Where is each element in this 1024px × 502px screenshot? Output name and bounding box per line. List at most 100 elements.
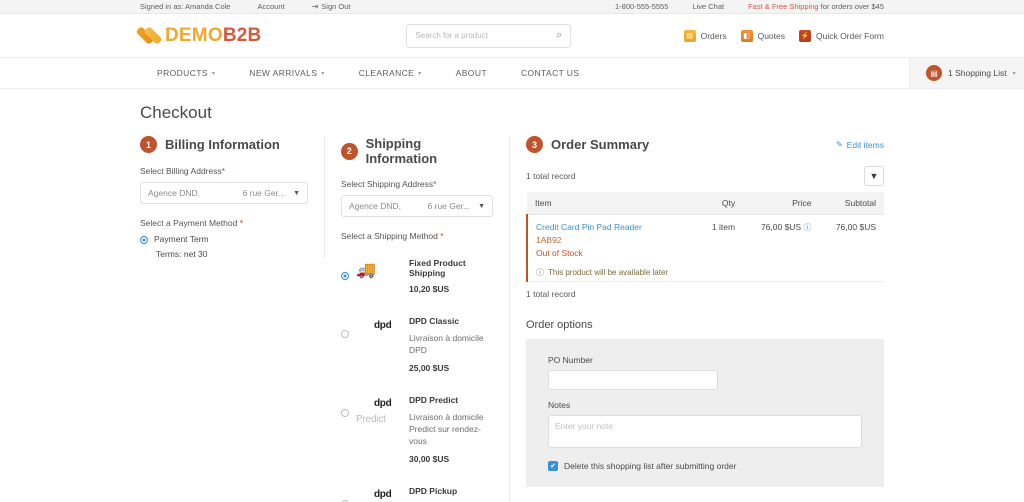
item-stock-status: Out of Stock xyxy=(536,248,583,258)
orders-icon: ▤ xyxy=(683,29,696,42)
shipping-address-name: Agence DND, xyxy=(349,201,401,211)
nav-item-products[interactable]: PRODUCTS ▾ xyxy=(140,58,232,88)
shipping-address-label: Select Shipping Address* xyxy=(341,179,493,189)
item-name-link[interactable]: Credit Card Pin Pad Reader xyxy=(536,222,690,232)
sign-out-link[interactable]: ⇥ Sign Out xyxy=(312,2,351,11)
order-summary-section: 3 Order Summary ✎ Edit items 1 total rec… xyxy=(510,136,884,502)
quick-order-form-link[interactable]: ⚡ Quick Order Form xyxy=(798,29,884,42)
table-header-row: Item Qty Price Subtotal xyxy=(527,192,884,215)
masthead: DEMOB2B ⌕ ▤ Orders ◧ Quotes ⚡ Quick Orde… xyxy=(0,14,1024,57)
item-cell: Credit Card Pin Pad Reader 1AB92 Out of … xyxy=(525,214,699,282)
checkout-columns: 1 Billing Information Select Billing Add… xyxy=(140,136,884,502)
shipping-method-name: DPD Pickup xyxy=(409,485,458,496)
po-number-input[interactable] xyxy=(548,370,718,390)
order-summary-title: Order Summary xyxy=(551,137,650,152)
shipping-method-radio[interactable] xyxy=(341,408,349,417)
shipping-method-dpd-predict[interactable]: dpd Predict DPD Predict Livraison à domi… xyxy=(341,384,493,475)
checkout-page: Signed in as: Amanda Cole Account ⇥ Sign… xyxy=(0,0,1024,502)
step-badge-2: 2 xyxy=(341,142,358,160)
notes-textarea[interactable] xyxy=(548,415,862,448)
orders-link[interactable]: ▤ Orders xyxy=(683,29,727,42)
account-link[interactable]: Account xyxy=(257,2,284,11)
shipping-address-select[interactable]: Agence DND, 6 rue Ger... ▼ xyxy=(341,195,493,217)
logo-text-secondary: B2B xyxy=(222,24,262,46)
shipping-information-section: 2 Shipping Information Select Shipping A… xyxy=(325,136,510,502)
shipping-method-dpd-pickup[interactable]: dpd Pickup DPD Pickup Livraison en relai… xyxy=(341,475,493,502)
payment-term-label: Payment Term xyxy=(154,234,209,244)
billing-address-select[interactable]: Agence DND, 6 rue Ger... ▼ xyxy=(140,182,308,204)
billing-address-label: Select Billing Address* xyxy=(140,166,308,176)
shipping-method-fixed-product[interactable]: 🚚 Fixed Product Shipping 10,20 $US xyxy=(341,247,493,305)
nav-item-new-arrivals[interactable]: NEW ARRIVALS ▾ xyxy=(232,58,341,88)
sign-out-icon: ⇥ xyxy=(311,1,319,11)
nav-item-contact-us[interactable]: CONTACT US xyxy=(504,58,596,88)
order-items-table: Item Qty Price Subtotal Credit Card Pin … xyxy=(525,192,884,282)
site-logo[interactable]: DEMOB2B xyxy=(135,25,261,47)
billing-address-name: Agence DND, xyxy=(148,188,200,198)
nav-list: PRODUCTS ▾ NEW ARRIVALS ▾ CLEARANCE ▾ AB… xyxy=(140,58,596,88)
required-marker: * xyxy=(239,218,244,228)
truck-icon: 🚚 xyxy=(356,262,376,279)
logo-text-primary: DEMO xyxy=(165,24,223,46)
nav-item-clearance[interactable]: CLEARANCE ▾ xyxy=(342,58,439,88)
dpd-cube-icon xyxy=(356,488,371,502)
required-marker: * xyxy=(433,179,437,189)
carrier-logo-dpd-pickup: dpd Pickup xyxy=(356,486,402,502)
main-content: Checkout 1 Billing Information Select Bi… xyxy=(0,103,1024,502)
payment-term-option[interactable]: Payment Term xyxy=(140,234,308,244)
shipping-address-right: 6 rue Ger... ▼ xyxy=(428,201,485,211)
chevron-down-icon: ▾ xyxy=(1012,70,1016,77)
search-box[interactable]: ⌕ xyxy=(406,23,572,48)
phone-number[interactable]: 1-800-555-5555 xyxy=(615,2,668,11)
nav-item-new-arrivals-label: NEW ARRIVALS xyxy=(249,68,318,78)
pencil-icon: ✎ xyxy=(835,140,843,149)
quotes-label: Quotes xyxy=(757,30,785,41)
shipping-method-price: 30,00 $US xyxy=(409,453,450,464)
chevron-down-icon: ▼ xyxy=(478,202,485,210)
live-chat-link[interactable]: Live Chat xyxy=(692,2,724,11)
nav-item-clearance-label: CLEARANCE xyxy=(358,68,415,78)
shopping-list-icon: ▤ xyxy=(926,65,942,81)
shipping-method-info: Fixed Product Shipping 10,20 $US xyxy=(409,258,493,294)
shipping-promo-highlight: Fast & Free Shipping xyxy=(748,2,819,11)
delete-list-checkbox[interactable]: ✔ xyxy=(548,461,558,471)
dpd-logo: dpd xyxy=(356,397,402,411)
edit-items-label: Edit items xyxy=(846,139,884,150)
search-icon[interactable]: ⌕ xyxy=(556,29,562,42)
shipping-method-dpd-classic[interactable]: dpd DPD Classic Livraison à domicile DPD… xyxy=(341,305,493,384)
nav-item-about-label: ABOUT xyxy=(455,68,487,78)
shopping-list-label: 1 Shopping List xyxy=(948,68,1007,78)
nav-item-about[interactable]: ABOUT xyxy=(439,58,504,88)
shipping-method-label-text: Select a Shipping Method xyxy=(341,231,438,241)
quotes-link[interactable]: ◧ Quotes xyxy=(740,29,785,42)
page-title: Checkout xyxy=(140,103,212,122)
shipping-method-label: Select a Shipping Method * xyxy=(341,231,493,241)
shipping-address-label-text: Select Shipping Address xyxy=(341,179,434,189)
billing-section-title: Billing Information xyxy=(165,137,280,152)
shipping-promo: Fast & Free Shipping for orders over $45 xyxy=(748,2,884,11)
payment-terms-note: Terms: net 30 xyxy=(156,249,208,259)
shipping-section-title: Shipping Information xyxy=(365,136,438,166)
price-info-icon[interactable]: ⓘ xyxy=(803,223,811,232)
step-badge-3: 3 xyxy=(526,136,543,153)
delete-list-row[interactable]: ✔ Delete this shopping list after submit… xyxy=(548,461,862,471)
logo-mark-icon xyxy=(135,25,163,46)
order-items-thead: Item Qty Price Subtotal xyxy=(527,192,884,215)
col-item: Item xyxy=(527,192,699,215)
item-availability-note: ⓘ This product will be available later xyxy=(536,267,690,278)
search-input[interactable] xyxy=(415,31,557,40)
shipping-method-radio[interactable] xyxy=(341,272,349,280)
shipping-method-desc: Livraison à domicile Predict sur rendez-… xyxy=(409,411,484,447)
carrier-logo-dpd-predict: dpd Predict xyxy=(356,395,402,425)
payment-term-radio[interactable] xyxy=(140,236,148,244)
logo-text: DEMOB2B xyxy=(165,25,261,47)
utility-bar-right: 1-800-555-5555 Live Chat Fast & Free Shi… xyxy=(615,2,884,11)
carrier-logo-dpd-classic: dpd xyxy=(356,316,402,332)
shopping-list-button[interactable]: ▤ 1 Shopping List ▾ xyxy=(909,58,1024,88)
filter-icon: ▼ xyxy=(869,171,879,181)
shipping-method-radio[interactable] xyxy=(341,330,349,338)
filter-button[interactable]: ▼ xyxy=(864,166,884,186)
edit-items-link[interactable]: ✎ Edit items xyxy=(836,140,884,150)
main-navigation: PRODUCTS ▾ NEW ARRIVALS ▾ CLEARANCE ▾ AB… xyxy=(0,57,1024,89)
shipping-address-street: 6 rue Ger... xyxy=(427,201,471,211)
